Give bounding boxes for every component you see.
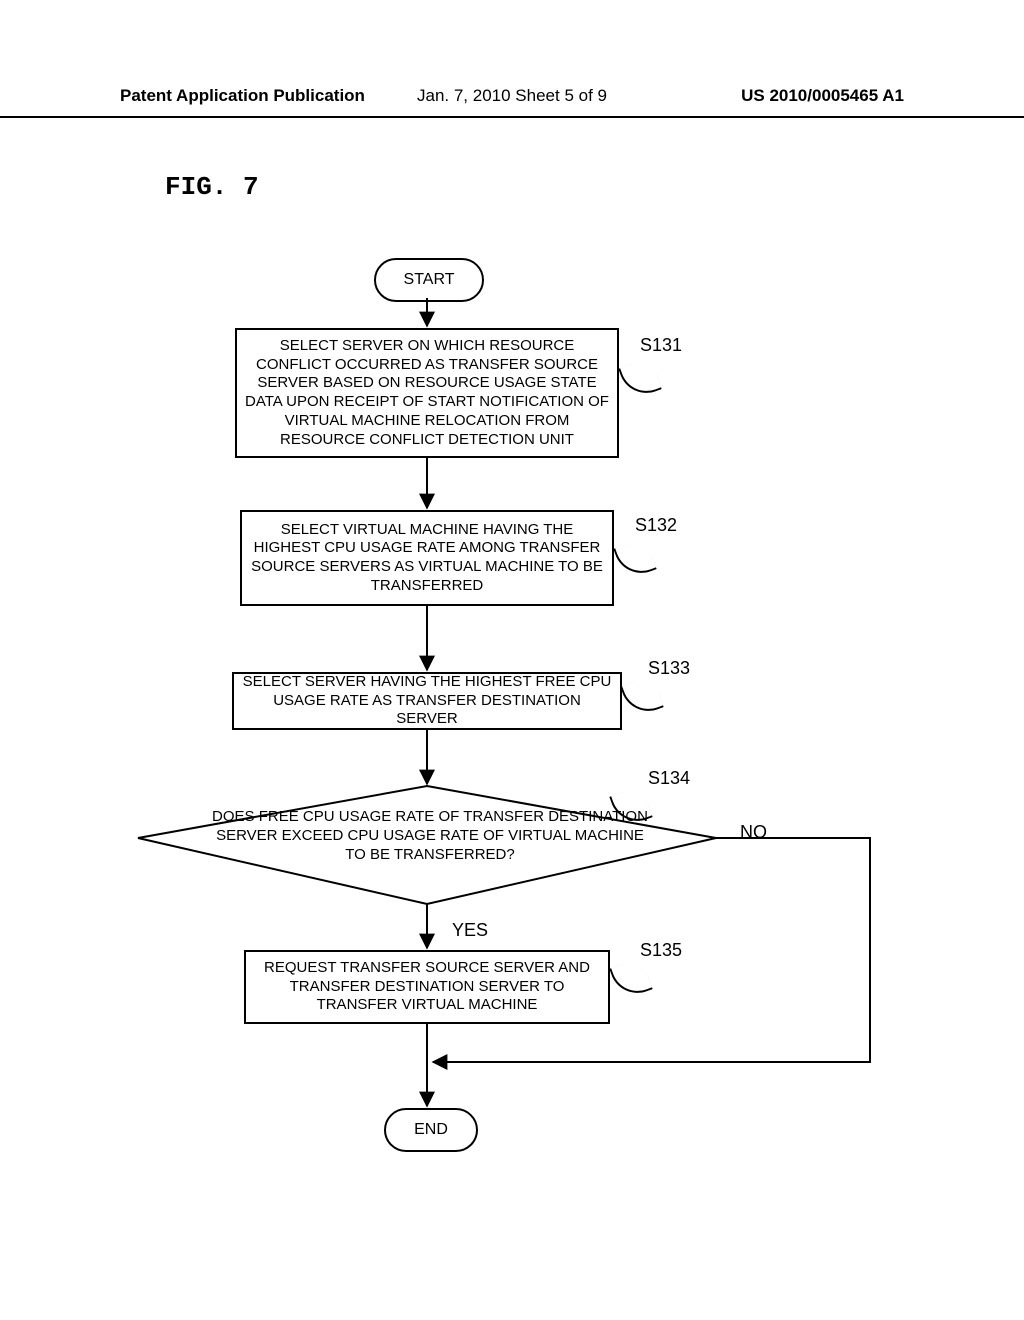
process-s132: SELECT VIRTUAL MACHINE HAVING THE HIGHES… <box>240 510 614 606</box>
header-right: US 2010/0005465 A1 <box>741 86 904 106</box>
terminator-start-label: START <box>404 271 455 289</box>
flow-connectors <box>0 0 1024 1320</box>
process-s135-text: REQUEST TRANSFER SOURCE SERVER AND TRANS… <box>254 959 600 1015</box>
terminator-end-label: END <box>414 1121 448 1139</box>
decision-no-label: NO <box>740 822 767 843</box>
page: Patent Application Publication Jan. 7, 2… <box>0 0 1024 1320</box>
step-ref-s134: S134 <box>648 768 690 789</box>
terminator-end: END <box>384 1108 478 1152</box>
decision-s134-text: DOES FREE CPU USAGE RATE OF TRANSFER DES… <box>210 808 650 864</box>
leader-icon <box>620 675 664 719</box>
process-s131-text: SELECT SERVER ON WHICH RESOURCE CONFLICT… <box>245 337 609 450</box>
process-s135: REQUEST TRANSFER SOURCE SERVER AND TRANS… <box>244 950 610 1024</box>
leader-icon <box>613 537 657 581</box>
terminator-start: START <box>374 258 484 302</box>
leader-icon <box>609 957 653 1001</box>
figure-title: FIG. 7 <box>165 172 259 202</box>
decision-yes-label: YES <box>452 920 488 941</box>
page-header: Patent Application Publication Jan. 7, 2… <box>0 86 1024 118</box>
process-s133-text: SELECT SERVER HAVING THE HIGHEST FREE CP… <box>242 673 612 729</box>
leader-icon <box>618 357 662 401</box>
process-s131: SELECT SERVER ON WHICH RESOURCE CONFLICT… <box>235 328 619 458</box>
process-s132-text: SELECT VIRTUAL MACHINE HAVING THE HIGHES… <box>250 521 604 596</box>
step-ref-s132: S132 <box>635 515 677 536</box>
step-ref-s135: S135 <box>640 940 682 961</box>
step-ref-s133: S133 <box>648 658 690 679</box>
process-s133: SELECT SERVER HAVING THE HIGHEST FREE CP… <box>232 672 622 730</box>
step-ref-s131: S131 <box>640 335 682 356</box>
